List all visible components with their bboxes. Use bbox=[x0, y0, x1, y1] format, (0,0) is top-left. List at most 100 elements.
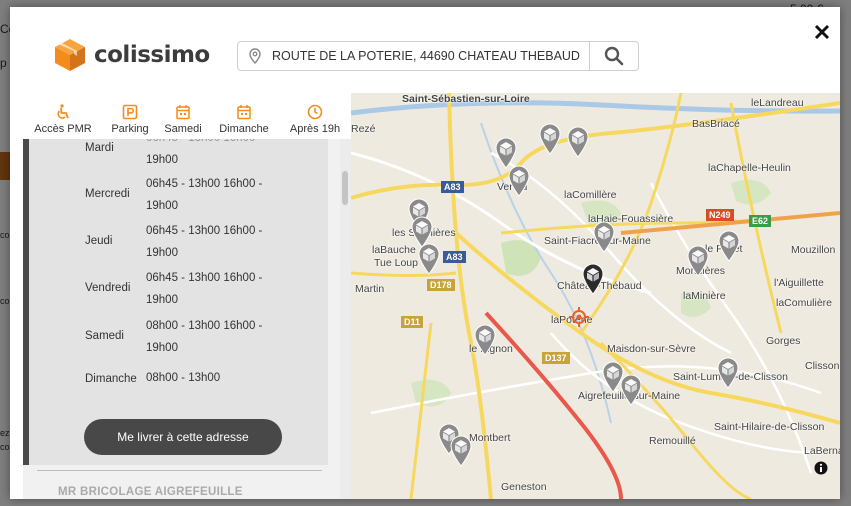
cube-logo-icon bbox=[55, 39, 85, 71]
map-place-label: Remouillé bbox=[649, 435, 696, 447]
list-divider bbox=[37, 470, 322, 471]
relay-marker[interactable] bbox=[620, 374, 642, 411]
map-place-label: laComulière bbox=[776, 297, 833, 309]
selected-relay-point: Mardi 06h45 - 13h00 16h00 - 19h00 Mercre… bbox=[23, 139, 328, 465]
address-input[interactable]: ROUTE DE LA POTERIE, 44690 CHATEAU THEBA… bbox=[272, 49, 589, 63]
relay-marker[interactable] bbox=[718, 230, 740, 267]
wheelchair-icon bbox=[57, 104, 69, 119]
map-place-label: BasBriacé bbox=[692, 118, 740, 130]
schedule-hours: 08h00 - 13h00 16h00 - bbox=[146, 320, 263, 332]
relay-marker[interactable] bbox=[418, 243, 440, 280]
schedule-hours: 06h45 - 13h00 16h00 - bbox=[146, 225, 263, 237]
map-place-label: laBauche bbox=[372, 244, 416, 256]
address-search-bar: ROUTE DE LA POTERIE, 44690 CHATEAU THEBA… bbox=[237, 41, 639, 71]
schedule-day: Mardi bbox=[85, 142, 114, 154]
map-marker-icon bbox=[567, 126, 589, 158]
road-sign: D11 bbox=[401, 316, 424, 328]
filter-sunday[interactable]: Dimanche bbox=[209, 93, 279, 139]
road-sign: A83 bbox=[443, 251, 466, 263]
filter-bar: Accès PMR Parking Samedi Dimanche Après … bbox=[23, 93, 351, 139]
map-place-label: laMinière bbox=[683, 290, 726, 302]
relay-point-modal: colissimo ROUTE DE LA POTERIE, 44690 CHA… bbox=[10, 7, 840, 499]
map-place-label: leLandreau bbox=[751, 97, 804, 109]
map-marker-icon bbox=[450, 435, 472, 467]
modal-header: colissimo ROUTE DE LA POTERIE, 44690 CHA… bbox=[10, 7, 840, 93]
filter-parking[interactable]: Parking bbox=[103, 93, 157, 139]
filter-label: Dimanche bbox=[219, 123, 269, 135]
relay-marker[interactable] bbox=[539, 123, 561, 160]
schedule-day: Samedi bbox=[85, 330, 124, 342]
filter-label: Parking bbox=[111, 123, 149, 135]
filter-after-19h[interactable]: Après 19h bbox=[279, 93, 351, 139]
relay-marker[interactable] bbox=[593, 221, 615, 258]
schedule-hours: 19h00 bbox=[146, 342, 178, 354]
schedule-hours: 19h00 bbox=[146, 154, 178, 166]
schedule-day: Vendredi bbox=[85, 282, 131, 294]
map-marker-icon bbox=[718, 230, 740, 262]
filter-saturday[interactable]: Samedi bbox=[157, 93, 209, 139]
map-marker-icon bbox=[717, 357, 739, 389]
road-sign: N249 bbox=[706, 209, 734, 221]
road-sign: D178 bbox=[427, 279, 455, 291]
close-icon bbox=[814, 24, 830, 40]
relay-marker[interactable] bbox=[450, 435, 472, 472]
deliver-here-button[interactable]: Me livrer à cette adresse bbox=[84, 419, 282, 455]
map-place-label: Martin bbox=[355, 283, 385, 295]
map-place-label: Rezé bbox=[351, 123, 376, 135]
info-icon[interactable] bbox=[814, 461, 828, 475]
road-sign: A83 bbox=[441, 181, 464, 193]
map-place-label: Saint-Sébastien-sur-Loire bbox=[402, 93, 530, 105]
searched-location-icon bbox=[569, 307, 589, 327]
map-place-label: Gorges bbox=[766, 335, 801, 347]
map-marker-icon bbox=[593, 221, 615, 253]
schedule-day: Dimanche bbox=[85, 373, 137, 385]
map-marker-icon bbox=[582, 263, 604, 295]
road-sign: E62 bbox=[749, 215, 772, 227]
search-button[interactable] bbox=[589, 42, 638, 70]
relay-marker[interactable] bbox=[687, 245, 709, 282]
filter-label: Après 19h bbox=[289, 123, 341, 135]
map-place-label: laChapelle-Heulin bbox=[708, 162, 791, 174]
filter-label: Accès PMR bbox=[34, 123, 92, 135]
relay-marker[interactable] bbox=[717, 357, 739, 394]
relay-point-name[interactable]: MR BRICOLAGE AIGREFEUILLE bbox=[58, 486, 243, 498]
calendar-icon bbox=[237, 105, 251, 120]
search-icon bbox=[604, 46, 624, 66]
map-marker-icon bbox=[418, 243, 440, 275]
relay-marker[interactable] bbox=[508, 165, 530, 202]
map-marker-icon bbox=[474, 324, 496, 356]
map-marker-icon bbox=[687, 245, 709, 277]
map-marker-icon bbox=[620, 374, 642, 406]
schedule-hours: 08h00 - 13h00 bbox=[146, 372, 221, 384]
selected-relay-marker[interactable] bbox=[582, 263, 604, 300]
map-place-label: l'Aiguillette bbox=[774, 277, 824, 289]
list-scrollbar[interactable] bbox=[340, 139, 351, 499]
map-place-label: Montbert bbox=[469, 432, 511, 444]
scrollbar-thumb[interactable] bbox=[342, 171, 348, 205]
map-place-label: Tue Loup bbox=[374, 257, 418, 269]
schedule-hours: 19h00 bbox=[146, 200, 178, 212]
map-place-label: LaBernardière bbox=[804, 445, 840, 457]
relay-marker[interactable] bbox=[474, 324, 496, 361]
close-button[interactable] bbox=[814, 24, 830, 45]
map-marker-icon bbox=[539, 123, 561, 155]
schedule-hours: 06h45 - 13h00 16h00 - bbox=[146, 178, 263, 190]
parking-icon bbox=[122, 104, 138, 120]
map[interactable]: Saint-Sébastien-sur-Loire leLandreau Rez… bbox=[351, 93, 840, 499]
calendar-icon bbox=[176, 105, 190, 120]
colissimo-logo: colissimo bbox=[54, 38, 210, 72]
schedule-hours: 06h45 - 13h00 16h00 - bbox=[146, 139, 276, 149]
schedule-hours: 06h45 - 13h00 16h00 - bbox=[146, 272, 263, 284]
schedule-hours: 19h00 bbox=[146, 247, 178, 259]
map-place-label: Maisdon-sur-Sèvre bbox=[607, 343, 696, 355]
map-place-label: laComillère bbox=[564, 189, 617, 201]
filter-label: Samedi bbox=[164, 123, 202, 135]
relay-marker[interactable] bbox=[567, 126, 589, 163]
filter-accessibility[interactable]: Accès PMR bbox=[23, 93, 103, 139]
map-marker-icon bbox=[508, 165, 530, 197]
map-place-label: Geneston bbox=[501, 481, 547, 493]
map-place-label: Clisson bbox=[805, 360, 840, 372]
map-pin-icon bbox=[238, 48, 272, 64]
schedule-hours: 19h00 bbox=[146, 294, 178, 306]
brand-name: colissimo bbox=[94, 42, 210, 68]
